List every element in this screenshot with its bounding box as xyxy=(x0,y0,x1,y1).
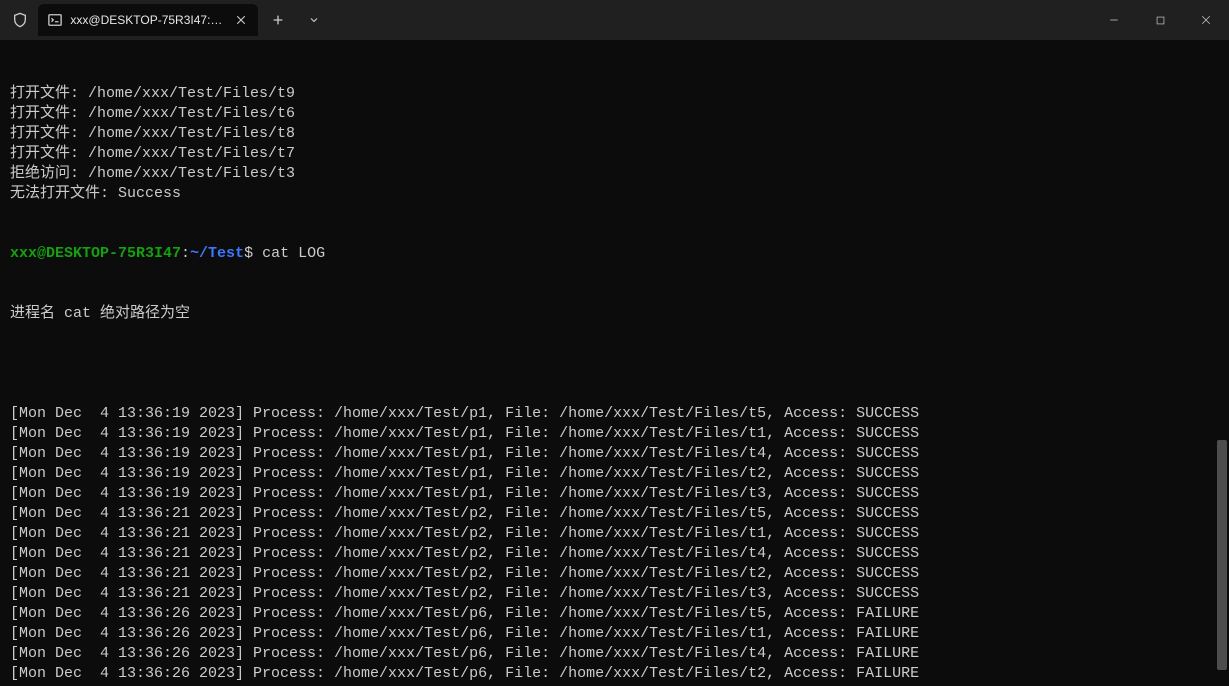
terminal-tab[interactable]: xxx@DESKTOP-75R3I47: ~/Tes xyxy=(38,4,258,36)
output-line: 无法打开文件: Success xyxy=(10,184,1219,204)
output-line: 打开文件: /home/xxx/Test/Files/t7 xyxy=(10,144,1219,164)
log-line: [Mon Dec 4 13:36:26 2023] Process: /home… xyxy=(10,664,1219,684)
log-line: [Mon Dec 4 13:36:26 2023] Process: /home… xyxy=(10,604,1219,624)
output-line: 打开文件: /home/xxx/Test/Files/t9 xyxy=(10,84,1219,104)
titlebar: xxx@DESKTOP-75R3I47: ~/Tes xyxy=(0,0,1229,40)
log-line: [Mon Dec 4 13:36:21 2023] Process: /home… xyxy=(10,504,1219,524)
output-line: 打开文件: /home/xxx/Test/Files/t6 xyxy=(10,104,1219,124)
shield-icon xyxy=(10,10,30,30)
log-line: [Mon Dec 4 13:36:19 2023] Process: /home… xyxy=(10,424,1219,444)
output-line: 打开文件: /home/xxx/Test/Files/t8 xyxy=(10,124,1219,144)
log-line: [Mon Dec 4 13:36:21 2023] Process: /home… xyxy=(10,524,1219,544)
output-line: 拒绝访问: /home/xxx/Test/Files/t3 xyxy=(10,164,1219,184)
prompt-path: ~/Test xyxy=(190,245,244,262)
log-line: [Mon Dec 4 13:36:21 2023] Process: /home… xyxy=(10,584,1219,604)
log-line: [Mon Dec 4 13:36:19 2023] Process: /home… xyxy=(10,464,1219,484)
prompt-line-1: xxx@DESKTOP-75R3I47:~/Test$ cat LOG xyxy=(10,244,1219,264)
log-line: [Mon Dec 4 13:36:26 2023] Process: /home… xyxy=(10,624,1219,644)
command-text: cat LOG xyxy=(262,245,325,262)
log-line: [Mon Dec 4 13:36:19 2023] Process: /home… xyxy=(10,404,1219,424)
terminal-output[interactable]: 打开文件: /home/xxx/Test/Files/t9打开文件: /home… xyxy=(0,40,1229,686)
new-tab-button[interactable] xyxy=(262,4,294,36)
log-line: [Mon Dec 4 13:36:19 2023] Process: /home… xyxy=(10,484,1219,504)
maximize-button[interactable] xyxy=(1137,0,1183,40)
terminal-icon xyxy=(48,12,62,28)
scrollbar-thumb[interactable] xyxy=(1217,440,1227,670)
prompt-user: xxx@DESKTOP-75R3I47 xyxy=(10,245,181,262)
log-line: [Mon Dec 4 13:36:21 2023] Process: /home… xyxy=(10,564,1219,584)
tab-title: xxx@DESKTOP-75R3I47: ~/Tes xyxy=(70,13,225,27)
window-controls xyxy=(1091,0,1229,40)
tab-close-button[interactable] xyxy=(234,12,248,28)
log-line: [Mon Dec 4 13:36:26 2023] Process: /home… xyxy=(10,644,1219,664)
minimize-button[interactable] xyxy=(1091,0,1137,40)
tab-dropdown-button[interactable] xyxy=(298,4,330,36)
close-button[interactable] xyxy=(1183,0,1229,40)
log-line: [Mon Dec 4 13:36:21 2023] Process: /home… xyxy=(10,544,1219,564)
output-line: 进程名 cat 绝对路径为空 xyxy=(10,304,1219,324)
log-line: [Mon Dec 4 13:36:19 2023] Process: /home… xyxy=(10,444,1219,464)
